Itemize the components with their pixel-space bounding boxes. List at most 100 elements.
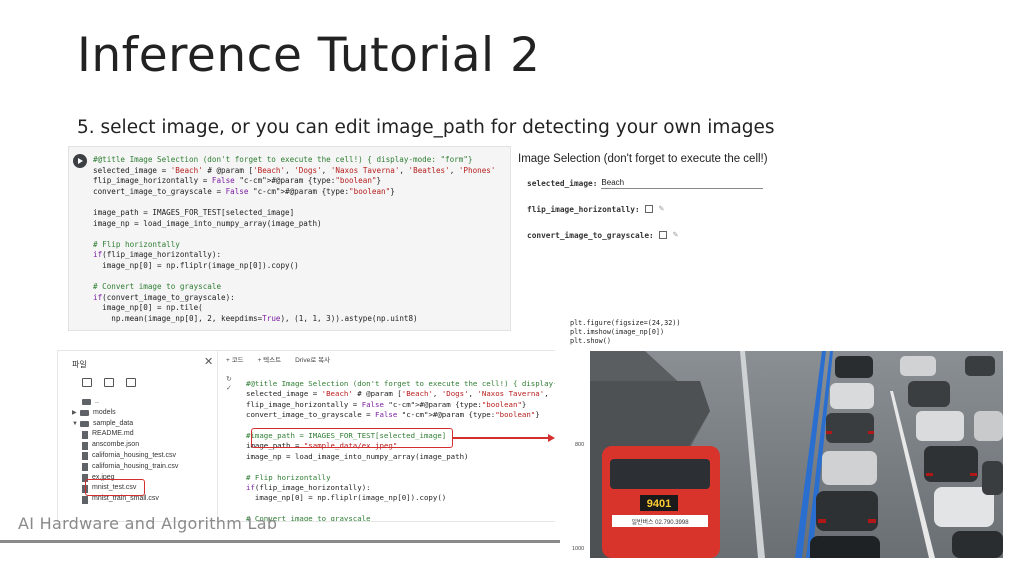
form-panel: Image Selection (don't forget to execute…	[511, 146, 768, 258]
code-line[interactable]: #@title Image Selection (don't forget to…	[246, 379, 555, 389]
code-line[interactable]: if(flip_image_horizontally):	[93, 250, 508, 261]
code-line[interactable]	[246, 462, 555, 472]
code-line[interactable]: # Flip horizontally	[93, 240, 508, 251]
tree-item-label: models	[93, 408, 116, 416]
copy-to-drive-button[interactable]: Drive로 복사	[295, 354, 330, 364]
tree-item-label: california_housing_train.csv	[92, 462, 179, 470]
files-sidebar: 파일 ✕ .. ▶ models ▼ sample_data README.md…	[58, 351, 218, 521]
tree-item[interactable]: ▶ models	[72, 408, 178, 419]
annotation-arrow-line	[453, 437, 549, 439]
code-line[interactable]	[246, 504, 555, 514]
form-title: Image Selection (don't forget to execute…	[518, 153, 768, 165]
code-line[interactable]: flip_image_horizontally = False "c-cm">#…	[93, 176, 508, 187]
code-line[interactable]: #@title Image Selection (don't forget to…	[93, 155, 508, 166]
plot-code[interactable]: plt.figure(figsize=(24,32)) plt.imshow(im…	[570, 319, 681, 347]
code-highlight-box	[251, 428, 453, 448]
file-icon	[82, 430, 88, 439]
flip-checkbox[interactable]	[644, 205, 653, 213]
tree-item[interactable]: ▼ sample_data	[72, 419, 178, 430]
code-line[interactable]: plt.figure(figsize=(24,32))	[570, 319, 681, 328]
code-line[interactable]: selected_image = 'Beach' # @param ['Beac…	[93, 166, 508, 177]
close-icon[interactable]: ✕	[204, 355, 213, 368]
run-cell-button[interactable]	[73, 154, 87, 168]
y-tick-label: 1000	[572, 546, 585, 552]
code-line[interactable]: image_np = load_image_into_numpy_array(i…	[246, 452, 555, 462]
grayscale-label: convert_image_to_grayscale:	[527, 230, 654, 240]
code-line[interactable]: if(flip_image_horizontally):	[246, 483, 555, 493]
traffic-photo-image: 9401 일반버스 02.790.3998	[590, 351, 1003, 558]
code-line[interactable]: np.mean(image_np[0], 2, keepdims=True), …	[93, 314, 508, 325]
grayscale-checkbox[interactable]	[658, 231, 667, 239]
code-line[interactable]: plt.show()	[570, 337, 681, 346]
flip-label: flip_image_horizontally:	[527, 204, 640, 214]
code-line[interactable]: selected_image = 'Beach' # @param ['Beac…	[246, 389, 555, 399]
code-line[interactable]	[93, 197, 508, 208]
image-output-panel: plt.figure(figsize=(24,32)) plt.imshow(im…	[555, 318, 1003, 558]
selected-image-dropdown[interactable]: Beach	[601, 178, 764, 189]
files-title: 파일	[72, 360, 87, 369]
code-line[interactable]: image_np[0] = np.tile(	[93, 303, 508, 314]
cell-gutter: ↻ ✓	[226, 375, 240, 521]
add-code-button[interactable]: + 코드	[226, 354, 244, 364]
file-highlight-box	[85, 479, 145, 496]
bus-sign: 일반버스 02.790.3998	[631, 518, 689, 526]
code-block-top[interactable]: #@title Image Selection (don't forget to…	[93, 155, 508, 325]
annotation-arrow-head	[548, 433, 555, 442]
selected-image-row: selected_image: Beach	[527, 178, 764, 189]
footer-divider	[0, 540, 560, 543]
code-line[interactable]: flip_image_horizontally = False "c-cm">#…	[246, 400, 555, 410]
file-toolbar	[82, 378, 136, 387]
folder-icon	[82, 399, 91, 406]
file-icon	[82, 441, 88, 450]
y-tick-label: 800	[575, 442, 585, 448]
edit-pencil-icon[interactable]: ✎	[659, 204, 664, 214]
traffic-photo: 9401 일반버스 02.790.3998	[590, 351, 1003, 558]
tree-item-label: anscombe.json	[92, 441, 140, 449]
slide-subtitle: 5. select image, or you can edit image_p…	[77, 117, 775, 138]
bus-number: 9401	[647, 498, 671, 510]
tree-item-label: README.md	[92, 430, 134, 438]
upload-icon[interactable]	[82, 378, 92, 387]
file-icon	[82, 452, 88, 461]
refresh-folder-icon[interactable]	[104, 378, 114, 387]
colab-window: 파일 ✕ .. ▶ models ▼ sample_data README.md…	[57, 350, 556, 522]
code-block-bottom[interactable]: #@title Image Selection (don't forget to…	[246, 379, 555, 521]
check-icon: ✓	[226, 385, 232, 392]
code-line[interactable]: convert_image_to_grayscale = False "c-cm…	[246, 410, 555, 420]
code-line[interactable]	[93, 229, 508, 240]
code-line[interactable]: image_path = IMAGES_FOR_TEST[selected_im…	[93, 208, 508, 219]
code-line[interactable]: plt.imshow(image_np[0])	[570, 328, 681, 337]
folder-icon	[80, 420, 89, 427]
chevron-down-icon[interactable]: ▼	[72, 419, 80, 430]
code-line[interactable]: # Convert image to grayscale	[246, 514, 555, 521]
tree-item[interactable]: anscombe.json	[72, 440, 178, 451]
tree-item-label: ..	[95, 398, 99, 405]
edit-pencil-icon[interactable]: ✎	[673, 230, 678, 240]
lab-logo: AI Hardware and Algorithm Lab	[18, 514, 278, 533]
add-text-button[interactable]: + 텍스트	[258, 354, 282, 364]
flip-row: flip_image_horizontally: ✎	[527, 204, 664, 214]
code-line[interactable]: convert_image_to_grayscale = False "c-cm…	[93, 187, 508, 198]
code-line[interactable]: image_np = load_image_into_numpy_array(i…	[93, 219, 508, 230]
code-line[interactable]	[93, 272, 508, 283]
tree-item[interactable]: california_housing_test.csv	[72, 451, 178, 462]
tree-item-label: sample_data	[93, 419, 134, 427]
chevron-right-icon[interactable]: ▶	[72, 408, 80, 419]
tree-item[interactable]: README.md	[72, 429, 178, 440]
folder-icon	[80, 410, 89, 417]
file-icon	[82, 495, 88, 504]
tree-item[interactable]: ..	[72, 397, 178, 408]
code-line[interactable]: # Convert image to grayscale	[93, 282, 508, 293]
tree-item[interactable]: california_housing_train.csv	[72, 462, 178, 473]
code-cell-top[interactable]: #@title Image Selection (don't forget to…	[68, 146, 511, 331]
code-line[interactable]: image_np[0] = np.fliplr(image_np[0]).cop…	[246, 493, 555, 503]
slide-title: Inference Tutorial 2	[77, 28, 541, 83]
drive-folder-icon[interactable]	[126, 378, 136, 387]
code-line[interactable]: image_np[0] = np.fliplr(image_np[0]).cop…	[93, 261, 508, 272]
code-line[interactable]: # Flip horizontally	[246, 473, 555, 483]
grayscale-row: convert_image_to_grayscale: ✎	[527, 230, 678, 240]
tree-item-label: california_housing_test.csv	[92, 451, 177, 459]
selected-image-label: selected_image:	[527, 179, 598, 188]
code-line[interactable]: if(convert_image_to_grayscale):	[93, 293, 508, 304]
play-icon[interactable]: ↻	[226, 375, 240, 384]
